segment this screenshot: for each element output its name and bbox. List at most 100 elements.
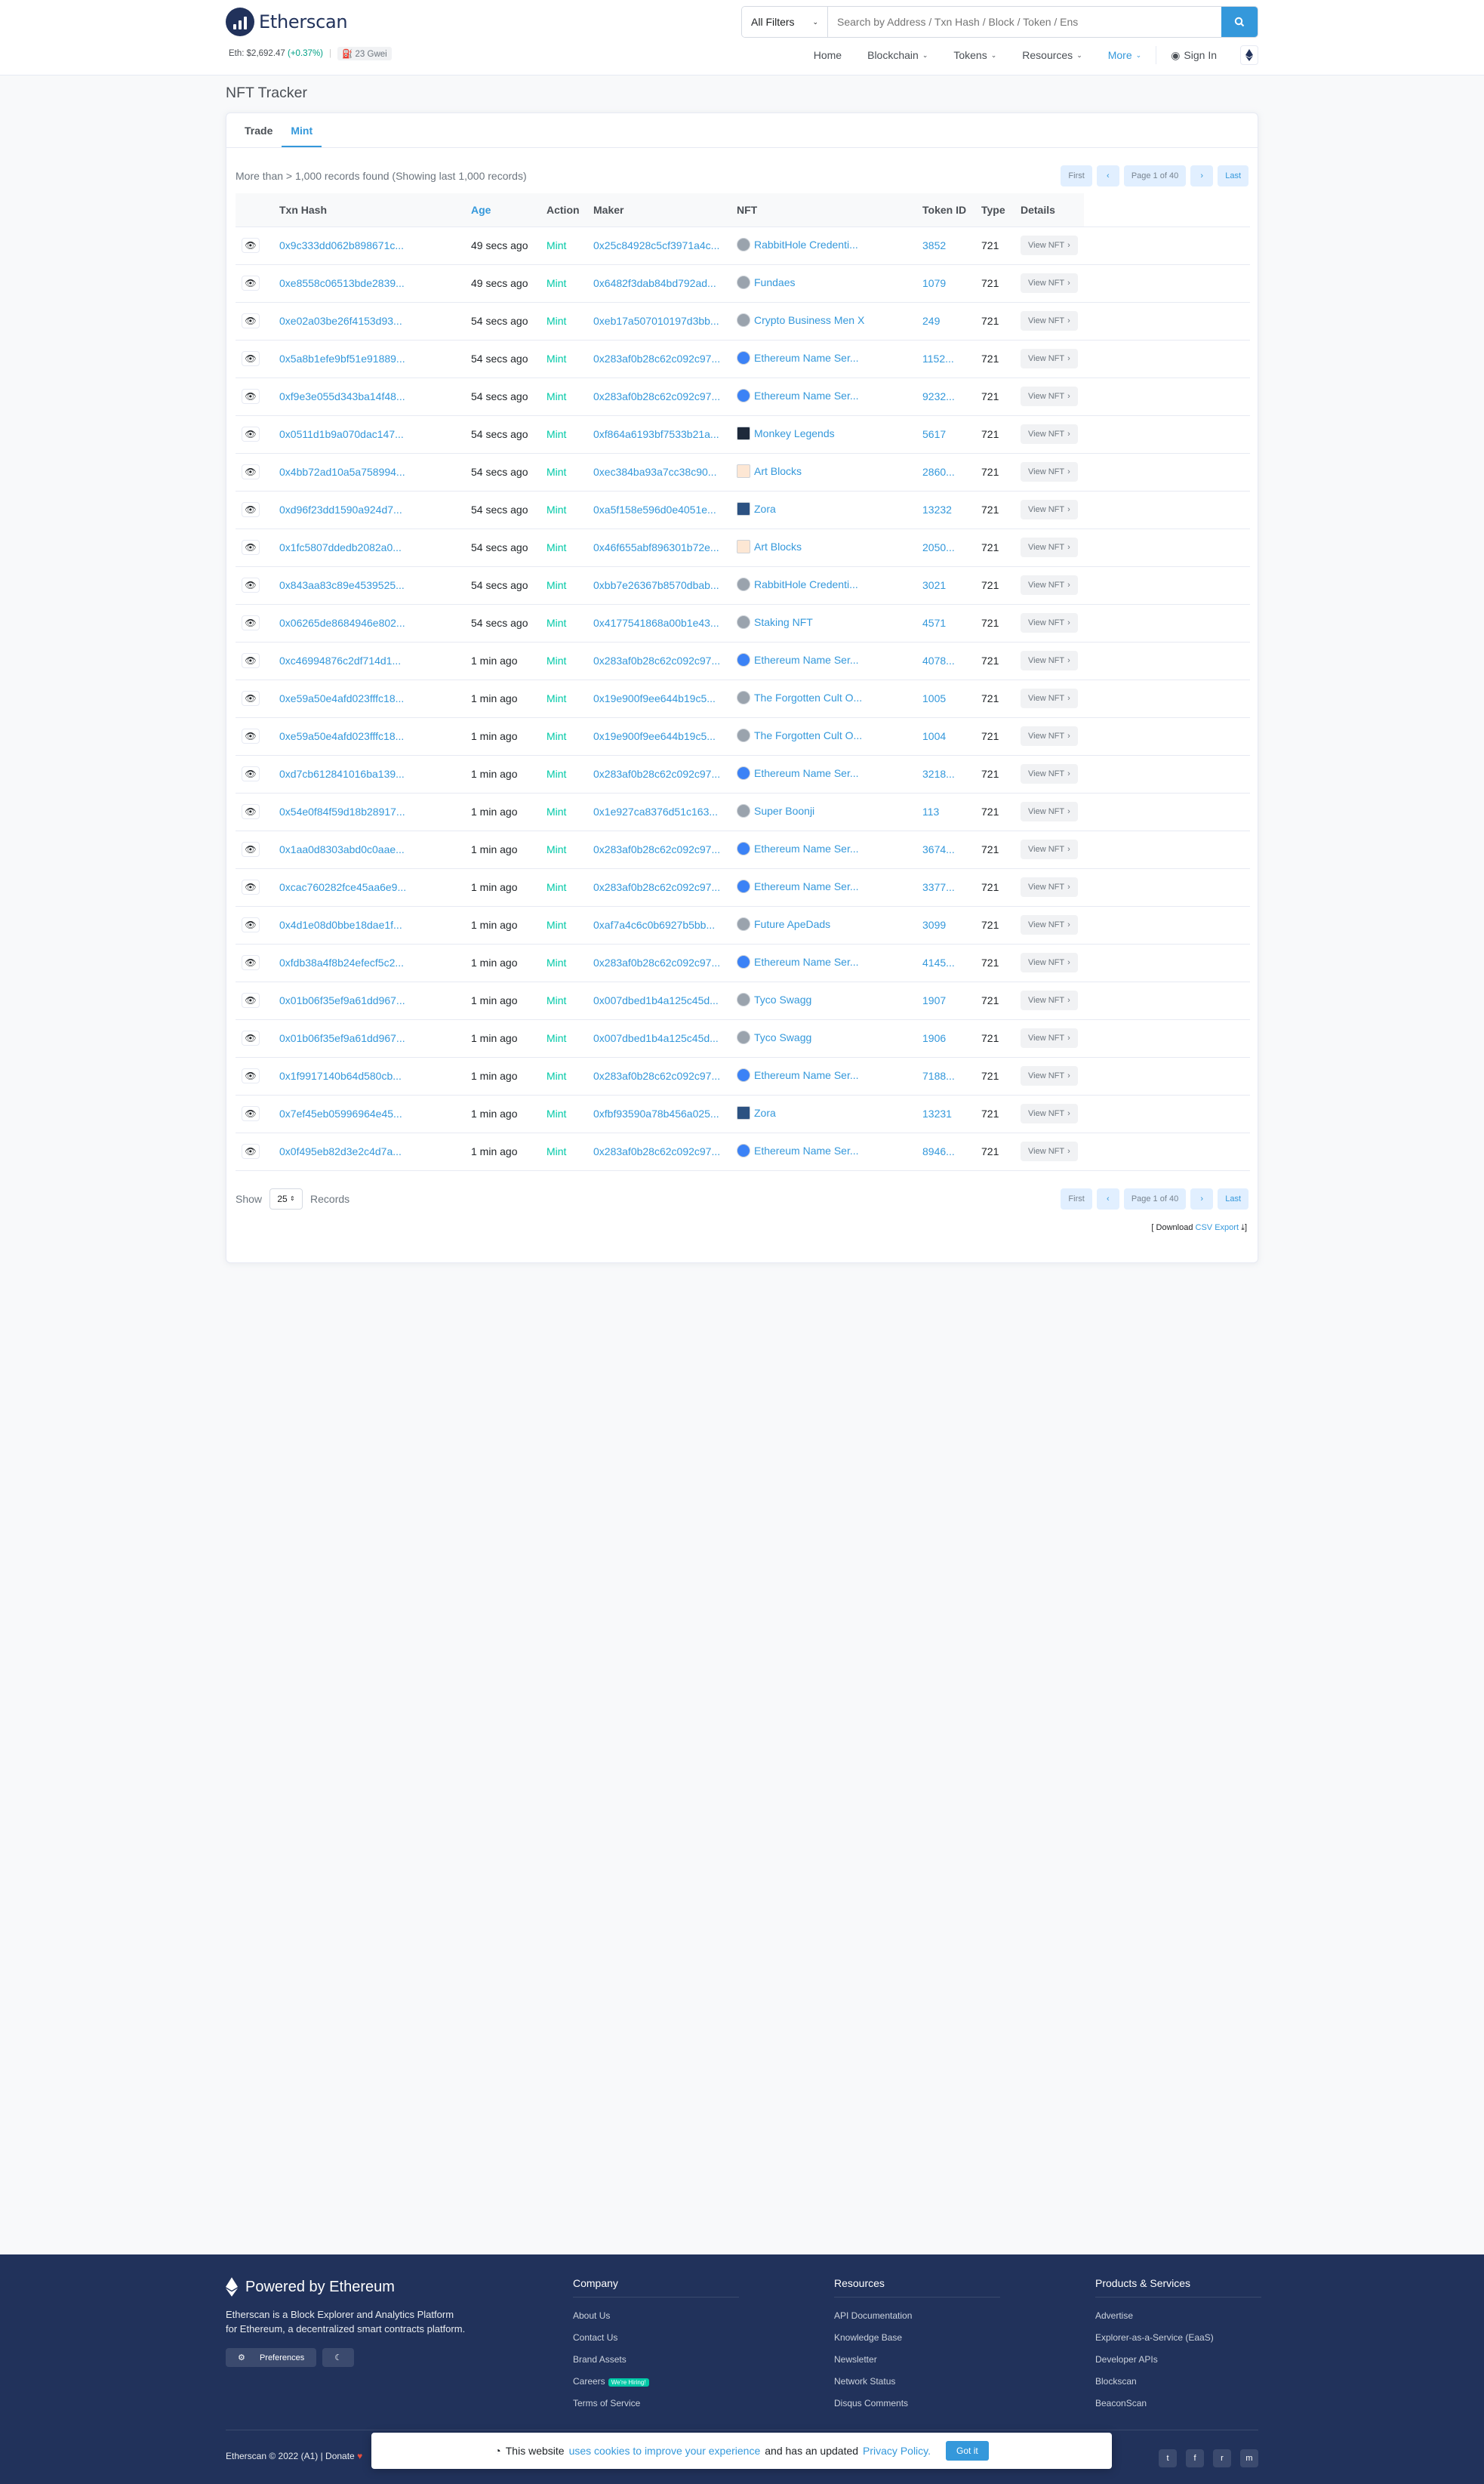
nft-collection-link[interactable]: Ethereum Name Ser... — [754, 654, 859, 666]
maker-link[interactable]: 0x25c84928c5cf3971a4c... — [593, 239, 719, 251]
eye-icon[interactable]: 👁 — [242, 804, 260, 819]
txn-hash-link[interactable]: 0xe8558c06513bde2839... — [279, 277, 405, 289]
nft-collection-link[interactable]: Ethereum Name Ser... — [754, 1145, 859, 1157]
nft-collection-link[interactable]: RabbitHole Credenti... — [754, 578, 858, 590]
nft-collection-link[interactable]: Ethereum Name Ser... — [754, 767, 859, 779]
eye-icon[interactable]: 👁 — [242, 313, 260, 328]
token-id-link[interactable]: 3099 — [922, 919, 946, 931]
nft-collection-link[interactable]: Zora — [754, 503, 776, 515]
footer-link[interactable]: Knowledge Base — [834, 2327, 1000, 2349]
maker-link[interactable]: 0xec384ba93a7cc38c90... — [593, 466, 716, 478]
nft-collection-link[interactable]: Ethereum Name Ser... — [754, 1069, 859, 1081]
nft-collection-link[interactable]: The Forgotten Cult O... — [754, 729, 862, 741]
view-nft-button[interactable]: View NFT › — [1021, 311, 1078, 331]
txn-hash-link[interactable]: 0x06265de8684946e802... — [279, 617, 405, 629]
tab-mint[interactable]: Mint — [282, 113, 322, 147]
token-id-link[interactable]: 1079 — [922, 277, 946, 289]
view-nft-button[interactable]: View NFT › — [1021, 726, 1078, 746]
tab-trade[interactable]: Trade — [236, 113, 282, 147]
eye-icon[interactable]: 👁 — [242, 653, 260, 668]
view-nft-button[interactable]: View NFT › — [1021, 387, 1078, 406]
footer-link[interactable]: Brand Assets — [573, 2349, 739, 2371]
nft-collection-link[interactable]: Future ApeDads — [754, 918, 830, 930]
nft-collection-link[interactable]: Ethereum Name Ser... — [754, 880, 859, 892]
eye-icon[interactable]: 👁 — [242, 691, 260, 706]
nft-collection-link[interactable]: Zora — [754, 1107, 776, 1119]
view-nft-button[interactable]: View NFT › — [1021, 689, 1078, 708]
txn-hash-link[interactable]: 0x0511d1b9a070dac147... — [279, 428, 404, 440]
nft-collection-link[interactable]: RabbitHole Credenti... — [754, 239, 858, 251]
view-nft-button[interactable]: View NFT › — [1021, 915, 1078, 935]
token-id-link[interactable]: 2860... — [922, 466, 955, 478]
token-id-link[interactable]: 13232 — [922, 504, 952, 516]
token-id-link[interactable]: 5617 — [922, 428, 946, 440]
txn-hash-link[interactable]: 0x0f495eb82d3e2c4d7a... — [279, 1145, 402, 1157]
maker-link[interactable]: 0x46f655abf896301b72e... — [593, 541, 719, 553]
nft-collection-link[interactable]: Ethereum Name Ser... — [754, 352, 859, 364]
eye-icon[interactable]: 👁 — [242, 729, 260, 744]
nav-resources[interactable]: Resources ⌄ — [1009, 49, 1095, 61]
txn-hash-link[interactable]: 0x5a8b1efe9bf51e91889... — [279, 353, 405, 365]
view-nft-button[interactable]: View NFT › — [1021, 273, 1078, 293]
facebook-icon[interactable]: f — [1186, 2449, 1204, 2467]
maker-link[interactable]: 0x283af0b28c62c092c97... — [593, 1145, 720, 1157]
view-nft-button[interactable]: View NFT › — [1021, 764, 1078, 784]
eye-icon[interactable]: 👁 — [242, 502, 260, 517]
view-nft-button[interactable]: View NFT › — [1021, 651, 1078, 670]
token-id-link[interactable]: 13231 — [922, 1108, 952, 1120]
csv-export-link[interactable]: CSV Export — [1196, 1223, 1239, 1232]
txn-hash-link[interactable]: 0x1aa0d8303abd0c0aae... — [279, 843, 405, 855]
eye-icon[interactable]: 👁 — [242, 276, 260, 291]
footer-link[interactable]: Disqus Comments — [834, 2393, 1000, 2415]
token-id-link[interactable]: 4571 — [922, 617, 946, 629]
txn-hash-link[interactable]: 0x843aa83c89e4539525... — [279, 579, 405, 591]
footer-link[interactable]: Developer APIs — [1095, 2349, 1261, 2371]
eye-icon[interactable]: 👁 — [242, 389, 260, 404]
txn-hash-link[interactable]: 0xfdb38a4f8b24efecf5c2... — [279, 957, 404, 969]
preferences-button[interactable]: ⚙ Preferences — [226, 2348, 317, 2367]
view-nft-button[interactable]: View NFT › — [1021, 613, 1078, 633]
network-switch-button[interactable] — [1240, 45, 1258, 65]
txn-hash-link[interactable]: 0xd96f23dd1590a924d7... — [279, 504, 402, 516]
view-nft-button[interactable]: View NFT › — [1021, 802, 1078, 821]
maker-link[interactable]: 0x283af0b28c62c092c97... — [593, 957, 720, 969]
nft-collection-link[interactable]: Super Boonji — [754, 805, 814, 817]
maker-link[interactable]: 0xaf7a4c6c0b6927b5bb... — [593, 919, 715, 931]
eye-icon[interactable]: 👁 — [242, 1068, 260, 1083]
got-it-button[interactable]: Got it — [946, 2441, 989, 2461]
nft-collection-link[interactable]: Art Blocks — [754, 465, 802, 477]
footer-link[interactable]: Advertise — [1095, 2305, 1261, 2327]
maker-link[interactable]: 0x283af0b28c62c092c97... — [593, 353, 720, 365]
eye-icon[interactable]: 👁 — [242, 880, 260, 895]
txn-hash-link[interactable]: 0x4d1e08d0bbe18dae1f... — [279, 919, 402, 931]
eye-icon[interactable]: 👁 — [242, 766, 260, 781]
txn-hash-link[interactable]: 0xe59a50e4afd023fffc18... — [279, 730, 404, 742]
view-nft-button[interactable]: View NFT › — [1021, 500, 1078, 519]
nft-collection-link[interactable]: Ethereum Name Ser... — [754, 390, 859, 402]
eye-icon[interactable]: 👁 — [242, 1106, 260, 1121]
eye-icon[interactable]: 👁 — [242, 238, 260, 253]
footer-link[interactable]: Network Status — [834, 2371, 1000, 2393]
sign-in-link[interactable]: ◉ Sign In — [1158, 49, 1230, 62]
token-id-link[interactable]: 1152... — [922, 353, 954, 365]
maker-link[interactable]: 0x007dbed1b4a125c45d... — [593, 994, 719, 1006]
view-nft-button[interactable]: View NFT › — [1021, 1028, 1078, 1048]
first-page-button[interactable]: First — [1061, 1188, 1092, 1210]
footer-link[interactable]: Blockscan — [1095, 2371, 1261, 2393]
eye-icon[interactable]: 👁 — [242, 427, 260, 442]
prev-page-button[interactable]: ‹ — [1096, 1188, 1119, 1210]
eye-icon[interactable]: 👁 — [242, 955, 260, 970]
maker-link[interactable]: 0x283af0b28c62c092c97... — [593, 881, 720, 893]
txn-hash-link[interactable]: 0xe02a03be26f4153d93... — [279, 315, 402, 327]
nft-collection-link[interactable]: Art Blocks — [754, 541, 802, 553]
view-nft-button[interactable]: View NFT › — [1021, 1104, 1078, 1123]
txn-hash-link[interactable]: 0x4bb72ad10a5a758994... — [279, 466, 405, 478]
reddit-icon[interactable]: r — [1213, 2449, 1231, 2467]
maker-link[interactable]: 0x283af0b28c62c092c97... — [593, 768, 720, 780]
maker-link[interactable]: 0x283af0b28c62c092c97... — [593, 390, 720, 402]
etherscan-logo[interactable]: Etherscan — [226, 8, 348, 36]
maker-link[interactable]: 0x283af0b28c62c092c97... — [593, 843, 720, 855]
first-page-button[interactable]: First — [1061, 165, 1092, 186]
page-size-select[interactable]: 25 ⇕ — [269, 1188, 303, 1210]
maker-link[interactable]: 0x1e927ca8376d51c163... — [593, 806, 718, 818]
